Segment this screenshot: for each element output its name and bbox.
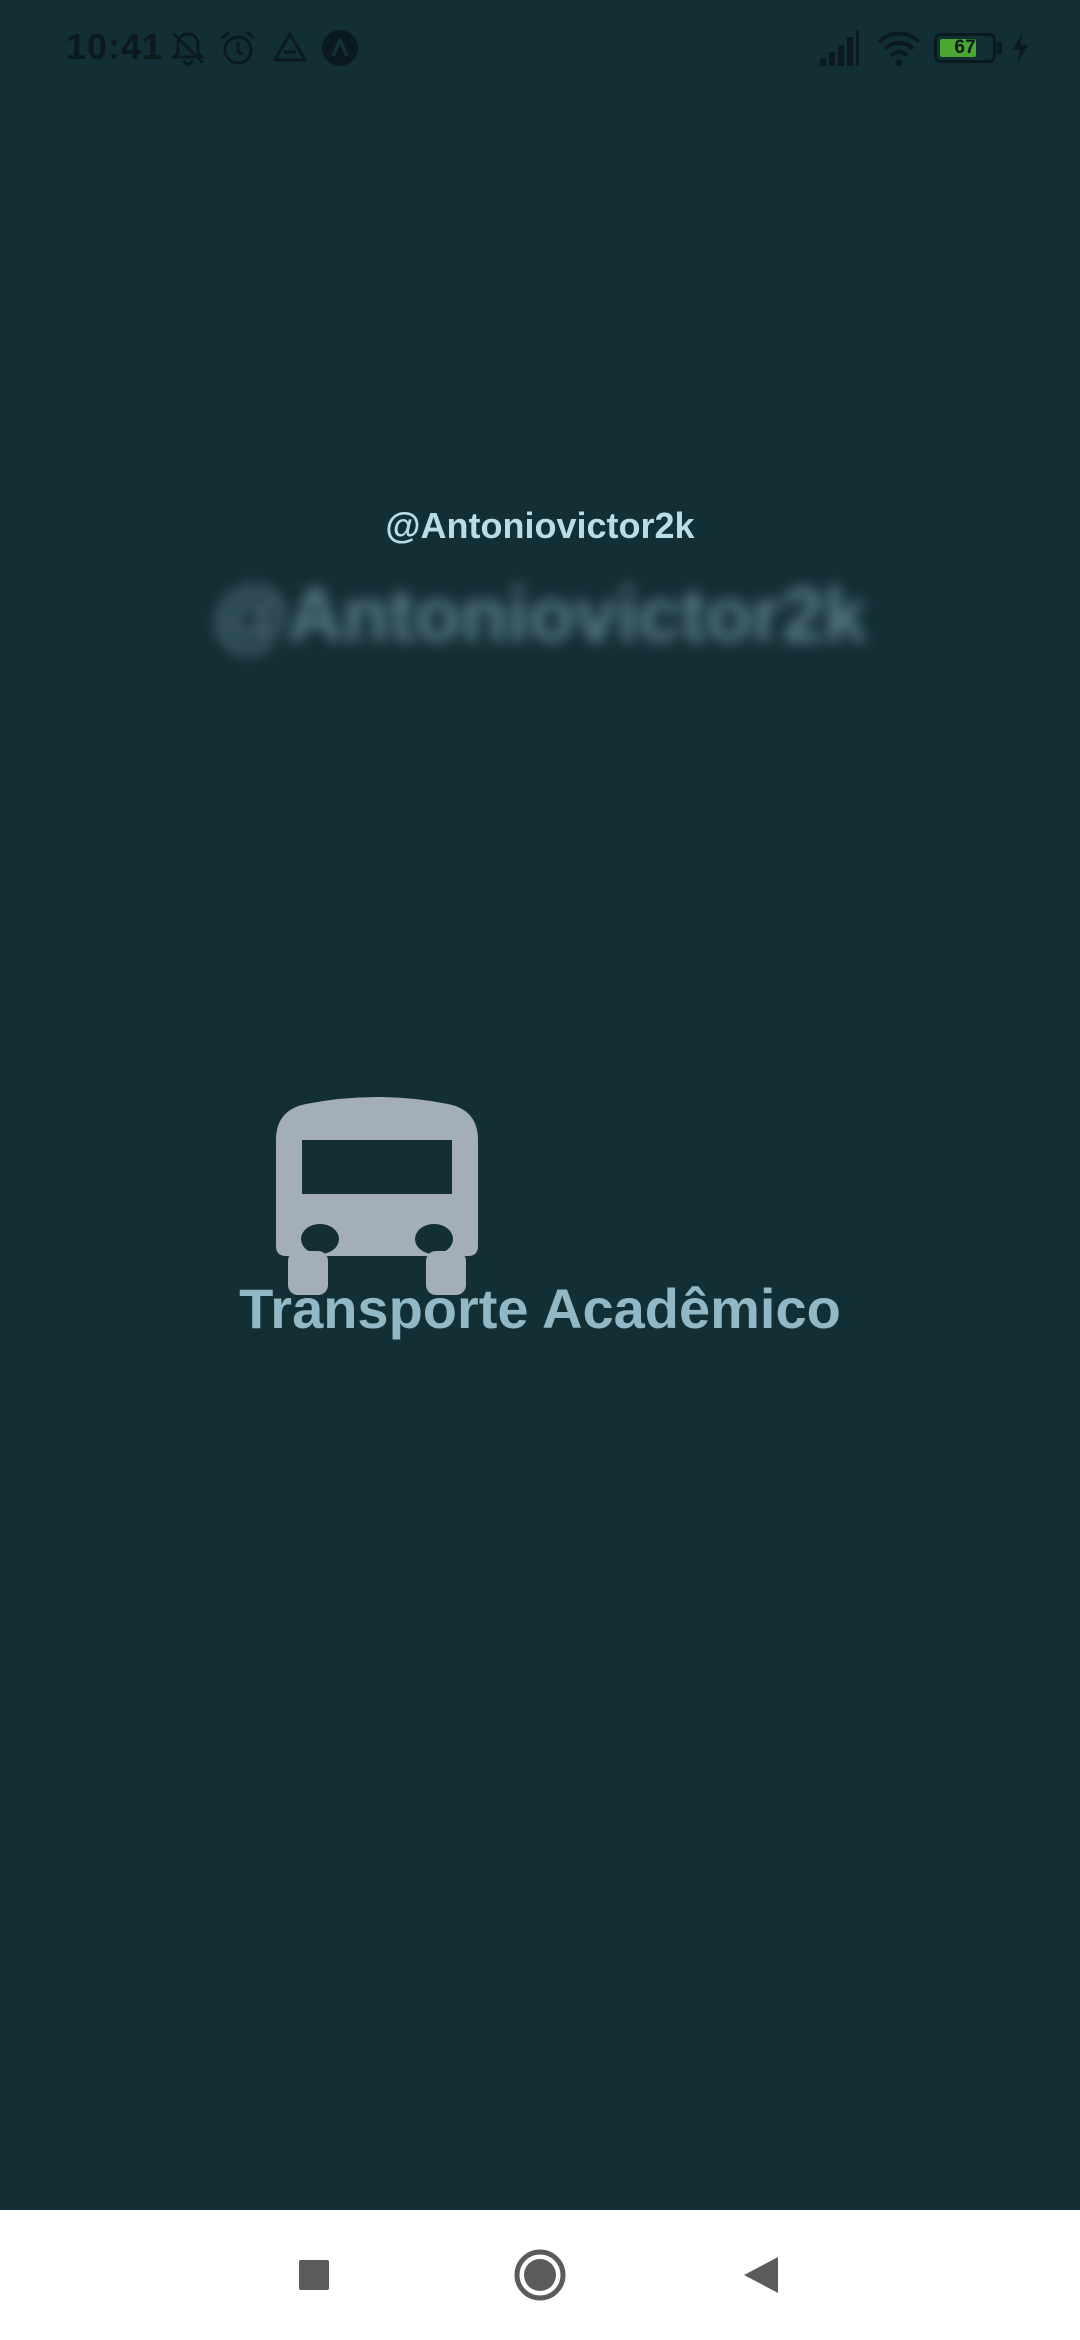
splash-screen: 10:41 67 @Antoniovictor2k @Antoniovictor… — [0, 0, 1080, 2340]
wifi-icon — [877, 31, 921, 67]
signal-icon — [820, 30, 859, 66]
home-button[interactable] — [508, 2243, 572, 2307]
app-a-icon — [322, 30, 358, 66]
alarm-icon — [221, 30, 255, 65]
battery-icon: 67 — [934, 33, 996, 63]
battery-tip — [997, 42, 1002, 54]
drive-icon — [273, 32, 307, 62]
app-title: Transporte Acadêmico — [239, 1277, 841, 1340]
notifications-off-icon — [170, 31, 206, 66]
status-time: 10:41 — [66, 26, 164, 67]
battery-level: 67 — [954, 37, 976, 58]
author-handle-blurred: @Antoniovictor2k — [213, 573, 867, 658]
back-button[interactable] — [730, 2243, 794, 2307]
status-bar: 10:41 67 — [0, 0, 1080, 96]
recents-button[interactable] — [282, 2243, 346, 2307]
bus-icon — [276, 1097, 478, 1295]
author-handle: @Antoniovictor2k — [385, 505, 695, 546]
charging-icon — [1012, 32, 1028, 64]
